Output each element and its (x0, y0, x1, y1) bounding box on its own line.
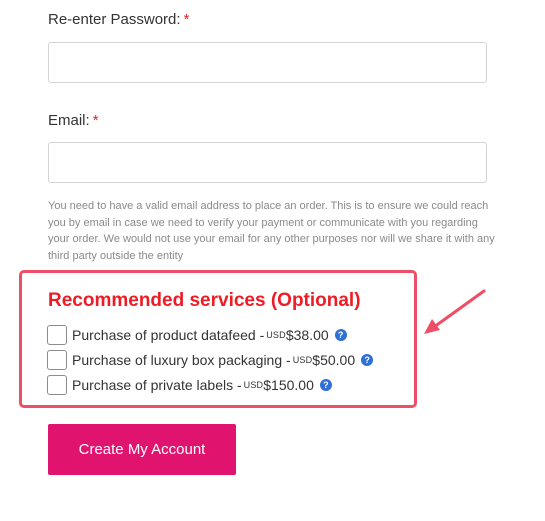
signup-form-page: Re-enter Password: * Email: * You need to … (0, 0, 545, 521)
service-option-product-datafeed[interactable]: Purchase of product datafeed - USD $38.0… (47, 324, 347, 346)
required-mark: * (183, 11, 190, 28)
email-help-text: You need to have a valid email address t… (48, 200, 495, 262)
question-circle-icon[interactable]: ? (334, 329, 347, 341)
question-circle-icon[interactable]: ? (319, 379, 332, 391)
service-checkbox[interactable] (47, 350, 67, 370)
service-checkbox[interactable] (47, 375, 67, 395)
recommended-services-title: Recommended services (Optional) (48, 290, 361, 311)
currency-code: USD (266, 330, 286, 340)
email-label-text: Email: (48, 112, 90, 129)
service-label: Purchase of luxury box packaging - (72, 352, 291, 368)
currency-code: USD (292, 355, 313, 365)
annotation-arrow-icon (424, 289, 486, 334)
question-circle-icon[interactable]: ? (361, 354, 374, 366)
reenter-password-label: Re-enter Password: * (48, 11, 189, 28)
service-option-private-labels[interactable]: Purchase of private labels - USD $150.00… (47, 374, 332, 396)
email-label: Email: * (48, 112, 99, 129)
recommended-services-box: Recommended services (Optional) Purchase… (19, 270, 417, 408)
currency-code: USD (243, 380, 264, 390)
service-option-luxury-box-packaging[interactable]: Purchase of luxury box packaging - USD $… (47, 349, 374, 371)
service-label: Purchase of product datafeed - (72, 327, 265, 343)
service-checkbox[interactable] (47, 325, 67, 345)
reenter-password-label-text: Re-enter Password: (48, 11, 181, 28)
service-price: $38.00 (285, 327, 329, 343)
reenter-password-input[interactable] (48, 42, 487, 83)
service-price: $50.00 (312, 352, 356, 368)
required-mark: * (92, 112, 99, 129)
service-price: $150.00 (263, 377, 314, 393)
service-label: Purchase of private labels - (72, 377, 242, 393)
email-input[interactable] (48, 142, 487, 183)
create-account-button[interactable]: Create My Account (48, 424, 236, 475)
